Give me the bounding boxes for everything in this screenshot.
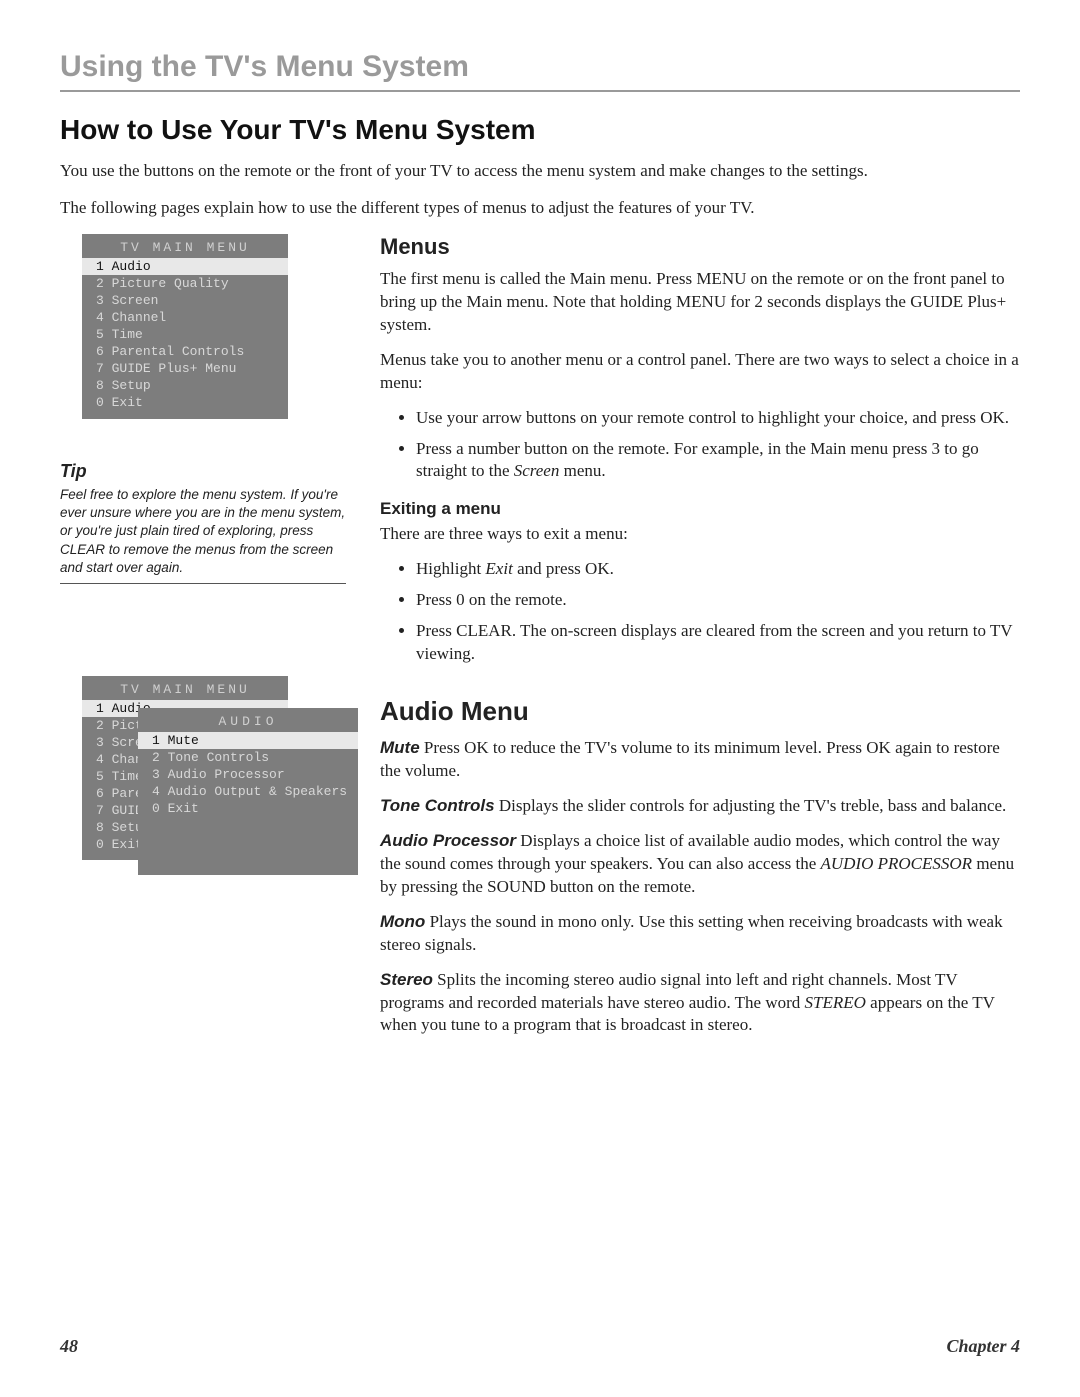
chapter-title: Using the TV's Menu System	[60, 50, 1020, 84]
osd-row: 4 Audio Output & Speakers	[138, 783, 358, 800]
tip-heading: Tip	[60, 461, 346, 482]
page-number: 48	[60, 1336, 78, 1357]
tip-body: Feel free to explore the menu system. If…	[60, 486, 346, 577]
intro-paragraph-2: The following pages explain how to use t…	[60, 197, 890, 220]
menus-p1: The first menu is called the Main menu. …	[380, 268, 1020, 337]
def-audio-processor: Audio Processor Displays a choice list o…	[380, 830, 1020, 899]
osd-title: TV MAIN MENU	[82, 240, 288, 258]
osd-title: AUDIO	[138, 714, 358, 732]
def-mute: Mute Press OK to reduce the TV's volume …	[380, 737, 1020, 783]
list-item: Press a number button on the remote. For…	[416, 438, 1020, 484]
audio-menu-heading: Audio Menu	[380, 696, 1020, 727]
osd-row: 4 Channel	[82, 309, 288, 326]
exiting-intro: There are three ways to exit a menu:	[380, 523, 1020, 546]
divider	[60, 90, 1020, 92]
exiting-bullet-list: Highlight Exit and press OK. Press 0 on …	[380, 558, 1020, 666]
osd-row: 0 Exit	[138, 800, 358, 817]
osd-row: 7 GUIDE Plus+ Menu	[82, 360, 288, 377]
osd-main-menu: TV MAIN MENU 1 Audio 2 Picture Quality 3…	[82, 234, 288, 419]
osd-row: 8 Setup	[82, 377, 288, 394]
osd-row-selected: 1 Audio	[82, 258, 288, 275]
osd-row: 3 Audio Processor	[138, 766, 358, 783]
osd-title: TV MAIN MENU	[82, 682, 288, 700]
osd-row-selected: 1 Mute	[138, 732, 358, 749]
osd-row: 2 Picture Quality	[82, 275, 288, 292]
osd-row: 5 Time	[82, 326, 288, 343]
menus-heading: Menus	[380, 234, 1020, 260]
menus-bullet-list: Use your arrow buttons on your remote co…	[380, 407, 1020, 484]
exiting-heading: Exiting a menu	[380, 499, 1020, 519]
osd-row: 3 Screen	[82, 292, 288, 309]
chapter-label: Chapter 4	[946, 1336, 1020, 1357]
def-stereo: Stereo Splits the incoming stereo audio …	[380, 969, 1020, 1038]
tip-divider	[60, 583, 346, 584]
list-item: Press 0 on the remote.	[416, 589, 1020, 612]
def-mono: Mono Plays the sound in mono only. Use t…	[380, 911, 1020, 957]
osd-row: 6 Parental Controls	[82, 343, 288, 360]
intro-paragraph-1: You use the buttons on the remote or the…	[60, 160, 890, 183]
osd-row: 2 Tone Controls	[138, 749, 358, 766]
osd-audio-submenu: AUDIO 1 Mute 2 Tone Controls 3 Audio Pro…	[138, 708, 358, 875]
list-item: Use your arrow buttons on your remote co…	[416, 407, 1020, 430]
list-item: Press CLEAR. The on-screen displays are …	[416, 620, 1020, 666]
menus-p2: Menus take you to another menu or a cont…	[380, 349, 1020, 395]
list-item: Highlight Exit and press OK.	[416, 558, 1020, 581]
def-tone-controls: Tone Controls Displays the slider contro…	[380, 795, 1020, 818]
page-title: How to Use Your TV's Menu System	[60, 114, 1020, 146]
osd-row: 0 Exit	[82, 394, 288, 411]
